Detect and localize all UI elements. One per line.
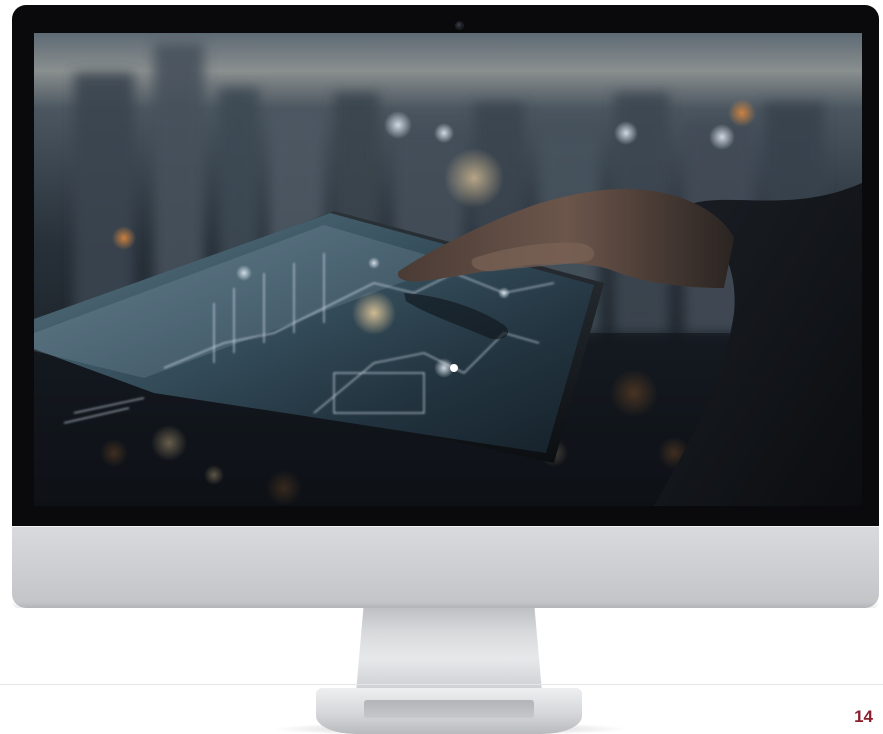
monitor-stand-neck <box>356 608 542 692</box>
stand-base-recess <box>364 700 534 718</box>
footer-divider <box>0 684 883 685</box>
screen-photo <box>34 33 862 506</box>
tablet-city-illustration <box>34 33 862 506</box>
slide-page: 14 <box>0 0 883 734</box>
page-number: 14 <box>854 707 873 726</box>
webcam-icon <box>456 22 463 29</box>
monitor-chin <box>12 526 879 608</box>
